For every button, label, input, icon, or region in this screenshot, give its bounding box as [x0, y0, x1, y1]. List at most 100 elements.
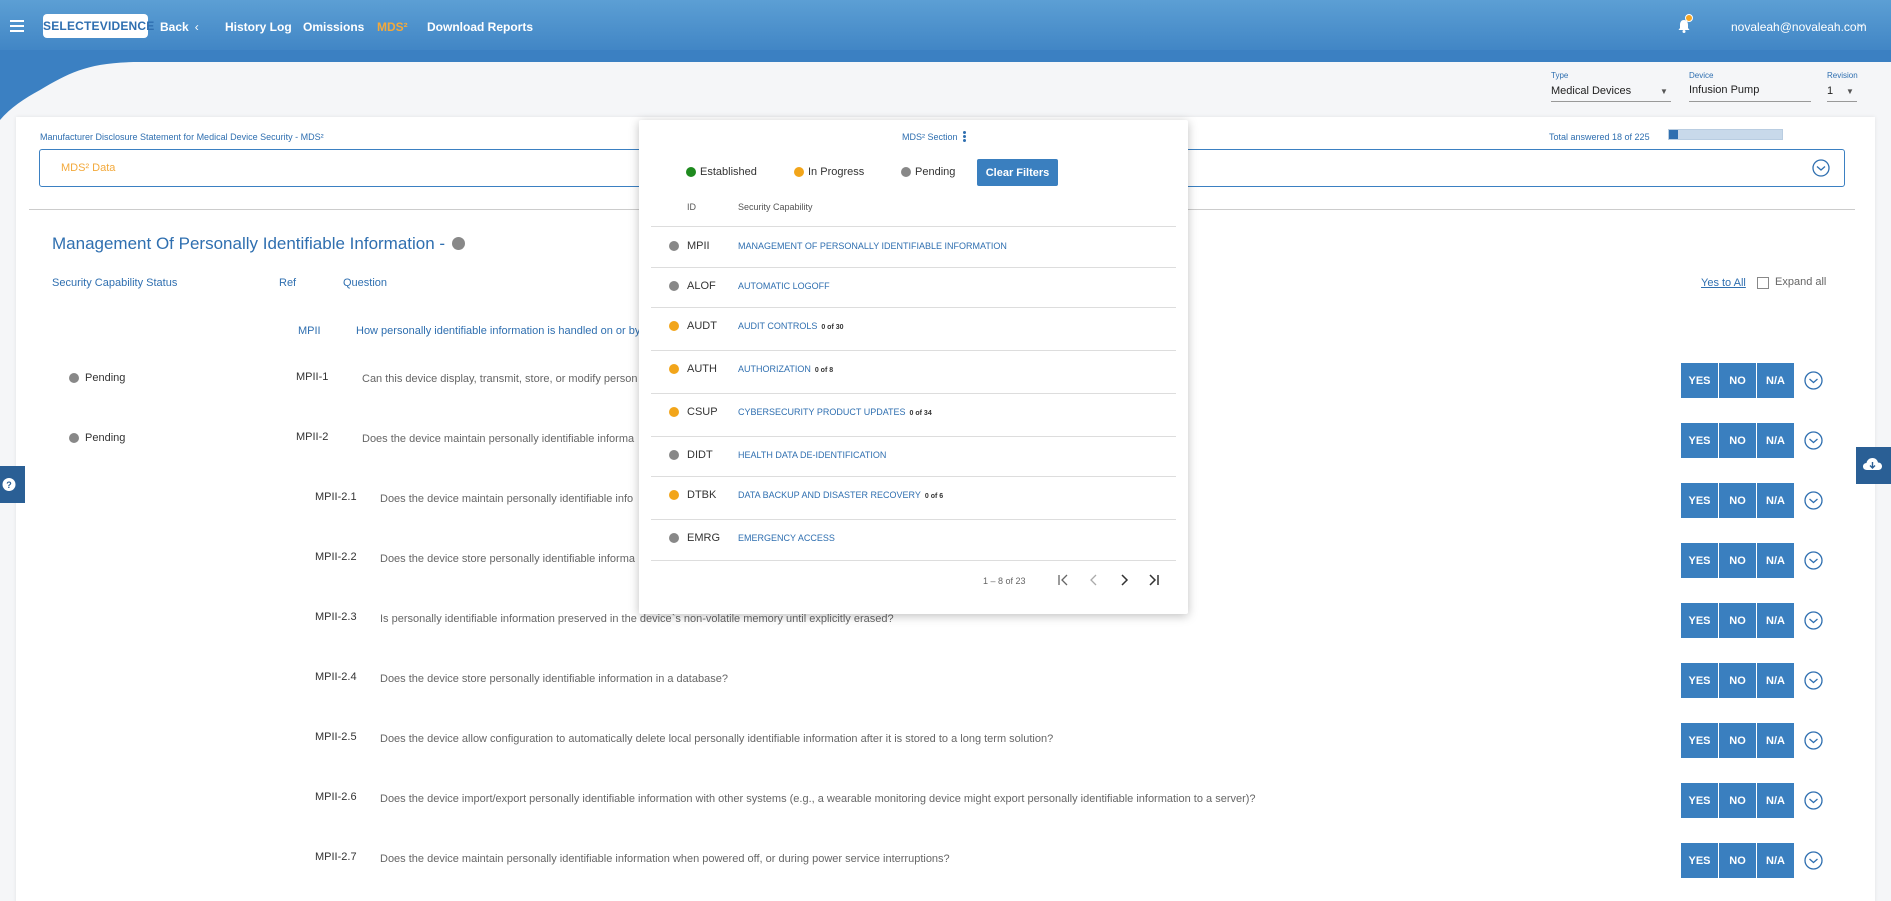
capability-link[interactable]: AUTHORIZATION 0 of 8 — [738, 364, 833, 374]
na-button[interactable]: N/A — [1757, 423, 1794, 458]
next-page-icon[interactable] — [1116, 572, 1132, 588]
revision-caret-icon[interactable]: ▼ — [1846, 87, 1854, 96]
capability-link[interactable]: MANAGEMENT OF PERSONALLY IDENTIFIABLE IN… — [738, 241, 1007, 251]
no-button[interactable]: NO — [1719, 783, 1757, 818]
chevron-down-icon[interactable] — [1804, 431, 1823, 450]
chevron-down-icon[interactable] — [1804, 851, 1823, 870]
row-ref: MPII-2.2 — [315, 551, 357, 563]
chevron-down-icon[interactable] — [1812, 159, 1830, 177]
capability-status-dot — [669, 321, 679, 331]
no-button[interactable]: NO — [1719, 543, 1757, 578]
revision-select[interactable]: 1 — [1827, 85, 1833, 97]
chevron-down-icon[interactable] — [1804, 791, 1823, 810]
chevron-down-icon[interactable] — [1804, 371, 1823, 390]
no-button[interactable]: NO — [1719, 603, 1757, 638]
na-button[interactable]: N/A — [1757, 543, 1794, 578]
answer-button-group: YES NO N/A — [1681, 843, 1794, 878]
legend-in-progress-dot[interactable] — [794, 167, 804, 177]
row-ref: MPII-2.3 — [315, 611, 357, 623]
na-button[interactable]: N/A — [1757, 663, 1794, 698]
chevron-down-icon[interactable]: ⌵ — [1857, 19, 1865, 30]
row-ref: MPII-2.4 — [315, 671, 357, 683]
na-button[interactable]: N/A — [1757, 783, 1794, 818]
chevron-down-icon[interactable] — [1804, 611, 1823, 630]
nav-omissions[interactable]: Omissions — [303, 20, 364, 34]
row-question: Does the device store personally identif… — [380, 673, 728, 685]
legend-established[interactable]: Established — [700, 166, 757, 178]
type-select[interactable]: Medical Devices — [1551, 85, 1631, 97]
capability-link[interactable]: AUDIT CONTROLS 0 of 30 — [738, 321, 844, 331]
no-button[interactable]: NO — [1719, 663, 1757, 698]
last-page-icon[interactable] — [1146, 572, 1162, 588]
back-button[interactable]: Back ‹ — [160, 20, 199, 34]
yes-button[interactable]: YES — [1681, 723, 1719, 758]
capability-link[interactable]: AUTOMATIC LOGOFF — [738, 281, 830, 291]
yes-button[interactable]: YES — [1681, 423, 1719, 458]
na-button[interactable]: N/A — [1757, 843, 1794, 878]
no-button[interactable]: NO — [1719, 363, 1757, 398]
pager-range: 1 – 8 of 23 — [983, 576, 1026, 586]
cloud-download-icon — [1863, 458, 1882, 470]
mds-data-label: MDS² Data — [61, 162, 116, 174]
type-caret-icon[interactable]: ▼ — [1660, 87, 1668, 96]
nav-download-reports[interactable]: Download Reports — [427, 20, 533, 34]
yes-button[interactable]: YES — [1681, 663, 1719, 698]
user-email[interactable]: novaleah@novaleah.com — [1731, 20, 1867, 34]
mds-title: Manufacturer Disclosure Statement for Me… — [40, 132, 324, 142]
chevron-down-icon[interactable] — [1804, 671, 1823, 690]
yes-button[interactable]: YES — [1681, 543, 1719, 578]
yes-button[interactable]: YES — [1681, 843, 1719, 878]
chevron-down-icon[interactable] — [1804, 731, 1823, 750]
revision-label: Revision — [1827, 71, 1858, 80]
capability-id: EMRG — [687, 532, 720, 544]
help-tab[interactable]: ? — [0, 466, 25, 503]
capability-id: DIDT — [687, 449, 713, 461]
na-button[interactable]: N/A — [1757, 723, 1794, 758]
answer-button-group: YES NO N/A — [1681, 363, 1794, 398]
no-button[interactable]: NO — [1719, 723, 1757, 758]
legend-pending[interactable]: Pending — [915, 166, 955, 178]
first-page-icon[interactable] — [1055, 572, 1071, 588]
type-label: Type — [1551, 71, 1569, 80]
no-button[interactable]: NO — [1719, 483, 1757, 518]
no-button[interactable]: NO — [1719, 843, 1757, 878]
legend-pending-dot[interactable] — [901, 167, 911, 177]
menu-icon[interactable] — [10, 20, 24, 34]
previous-page-icon[interactable] — [1086, 572, 1102, 588]
clear-filters-button[interactable]: Clear Filters — [977, 159, 1058, 186]
device-input[interactable]: Infusion Pump — [1689, 84, 1759, 96]
yes-button[interactable]: YES — [1681, 783, 1719, 818]
yes-button[interactable]: YES — [1681, 603, 1719, 638]
cloud-download-tab[interactable] — [1856, 447, 1891, 484]
chevron-down-icon[interactable] — [1804, 491, 1823, 510]
no-button[interactable]: NO — [1719, 423, 1757, 458]
yes-button[interactable]: YES — [1681, 483, 1719, 518]
capability-name: CYBERSECURITY PRODUCT UPDATES — [738, 407, 906, 417]
row-divider — [651, 519, 1176, 520]
na-button[interactable]: N/A — [1757, 603, 1794, 638]
capability-link[interactable]: EMERGENCY ACCESS — [738, 533, 835, 543]
nav-history-log[interactable]: History Log — [225, 20, 292, 34]
legend-in-progress[interactable]: In Progress — [808, 166, 864, 178]
capability-link[interactable]: CYBERSECURITY PRODUCT UPDATES 0 of 34 — [738, 407, 932, 417]
yes-to-all-link[interactable]: Yes to All — [1701, 277, 1746, 289]
expand-all-label: Expand all — [1775, 276, 1827, 288]
na-button[interactable]: N/A — [1757, 363, 1794, 398]
yes-button[interactable]: YES — [1681, 363, 1719, 398]
legend-established-dot[interactable] — [686, 167, 696, 177]
popup-col-id: ID — [687, 202, 696, 212]
na-button[interactable]: N/A — [1757, 483, 1794, 518]
capability-name: AUTOMATIC LOGOFF — [738, 281, 830, 291]
capability-name: MANAGEMENT OF PERSONALLY IDENTIFIABLE IN… — [738, 241, 1007, 251]
device-label: Device — [1689, 71, 1714, 80]
nav-mds[interactable]: MDS² — [377, 20, 408, 34]
capability-link[interactable]: DATA BACKUP AND DISASTER RECOVERY 0 of 6 — [738, 490, 943, 500]
capability-link[interactable]: HEALTH DATA DE-IDENTIFICATION — [738, 450, 886, 460]
logo[interactable]: SELECTEVIDENCE — [43, 14, 154, 38]
capability-id: AUDT — [687, 320, 717, 332]
more-vertical-icon[interactable] — [963, 131, 966, 143]
capability-id: DTBK — [687, 489, 717, 501]
capability-id: AUTH — [687, 363, 717, 375]
expand-all-checkbox[interactable] — [1757, 277, 1769, 289]
chevron-down-icon[interactable] — [1804, 551, 1823, 570]
